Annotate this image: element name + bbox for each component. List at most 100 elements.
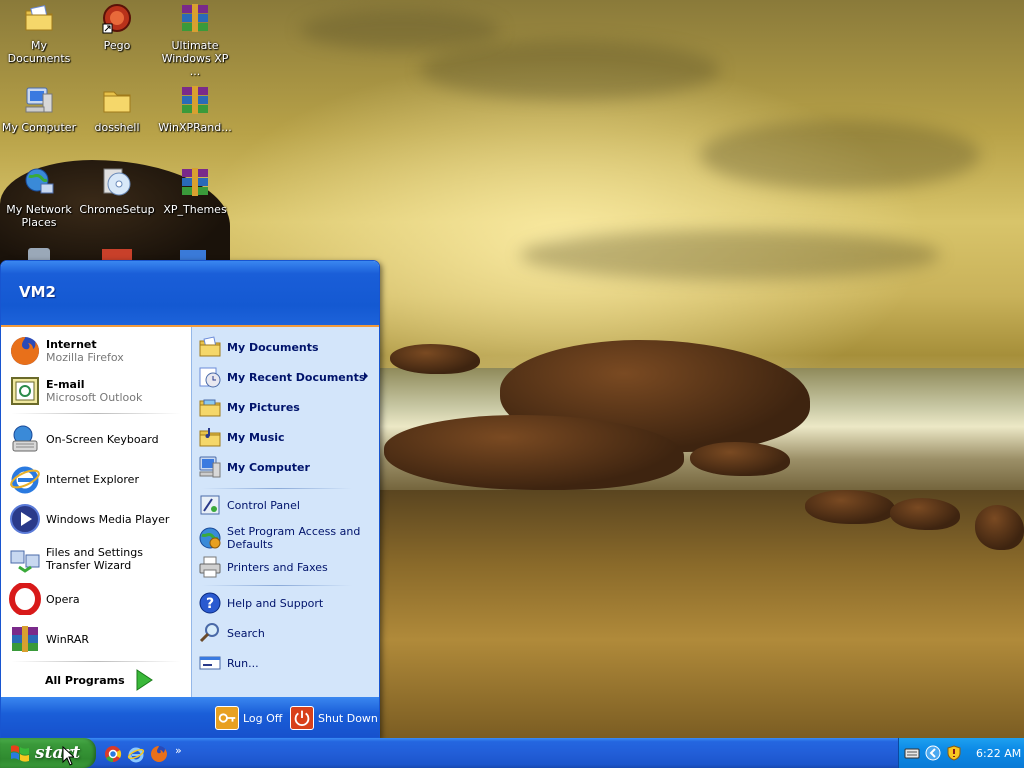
- help-and-support[interactable]: ? Help and Support: [198, 590, 376, 616]
- pinned-email[interactable]: E-mail Microsoft Outlook: [9, 373, 189, 409]
- opera-icon: [9, 583, 41, 615]
- pinned-item-subtitle: Microsoft Outlook: [46, 391, 143, 404]
- start-menu-footer: Log Off Shut Down: [1, 697, 379, 737]
- desktop-icon-network-partial[interactable]: [180, 250, 206, 260]
- search-item[interactable]: Search: [198, 620, 376, 646]
- start-button[interactable]: start: [0, 738, 96, 768]
- separator: [202, 585, 352, 586]
- keyboard-icon: [12, 425, 38, 452]
- place-my-documents[interactable]: My Documents: [198, 334, 376, 360]
- desktop-icon-recycle-bin-partial[interactable]: [28, 248, 50, 260]
- start-menu-header: VM2: [1, 261, 379, 327]
- security-shield-icon[interactable]: [946, 745, 962, 761]
- printer-icon: [199, 556, 221, 578]
- pinned-item-title: E-mail: [46, 378, 85, 391]
- program-opera[interactable]: Opera: [9, 581, 189, 617]
- internet-explorer-icon[interactable]: [127, 745, 145, 763]
- desktop-icon-label: WinXPRand...: [158, 121, 232, 134]
- transfer-wizard-icon: [10, 550, 40, 573]
- place-label: My Recent Documents: [227, 370, 366, 384]
- computer-icon: [199, 456, 221, 478]
- setting-label: Control Panel: [227, 498, 300, 512]
- desktop-icon-label: Pego: [103, 39, 131, 52]
- place-my-computer[interactable]: My Computer: [198, 454, 376, 480]
- keyboard-tray-icon[interactable]: [904, 745, 920, 761]
- desktop-icon-dosshell[interactable]: dosshell: [78, 84, 156, 134]
- run-item[interactable]: Run...: [198, 650, 376, 676]
- pego-app-icon: [102, 4, 131, 34]
- desktop-icon-my-network-places[interactable]: My Network Places: [0, 166, 78, 229]
- svg-text:?: ?: [206, 596, 214, 612]
- windows-logo-icon: [11, 745, 29, 762]
- firefox-icon[interactable]: [150, 745, 168, 763]
- desktop-icon-my-documents[interactable]: My Documents: [0, 2, 78, 65]
- pinned-item-title: Internet: [46, 338, 97, 351]
- quick-launch-chevron-icon[interactable]: »: [175, 744, 182, 757]
- desktop-icon-label: My Network Places: [6, 203, 72, 229]
- winrar-icon: [12, 626, 38, 652]
- desktop-icon-label: XP_Themes: [163, 203, 227, 216]
- program-files-settings-transfer-wizard[interactable]: Files and Settings Transfer Wizard: [9, 541, 189, 577]
- pinned-item-subtitle: Mozilla Firefox: [46, 351, 124, 364]
- desktop-icon-label: My Documents: [7, 39, 71, 65]
- desktop-icon-my-computer[interactable]: My Computer: [0, 84, 78, 134]
- setting-printers-faxes[interactable]: Printers and Faxes: [198, 554, 376, 580]
- program-label: Windows Media Player: [46, 512, 170, 526]
- outlook-icon: [11, 377, 39, 405]
- chrome-icon[interactable]: [104, 745, 122, 763]
- program-windows-media-player[interactable]: Windows Media Player: [9, 501, 189, 537]
- help-label: Help and Support: [227, 596, 324, 610]
- log-off-button[interactable]: Log Off: [215, 705, 282, 731]
- shut-down-button[interactable]: Shut Down: [290, 705, 378, 731]
- desktop-icon-winxprand[interactable]: WinXPRand...: [156, 84, 234, 134]
- all-programs-button[interactable]: All Programs: [45, 667, 165, 693]
- place-label: My Computer: [227, 460, 310, 474]
- desktop-icon-archive-partial[interactable]: [102, 249, 132, 260]
- network-places-icon: [25, 168, 54, 194]
- search-icon: [199, 623, 219, 643]
- desktop-icon-pego[interactable]: Pego: [78, 2, 156, 52]
- folder-icon: [103, 91, 131, 113]
- program-on-screen-keyboard[interactable]: On-Screen Keyboard: [9, 421, 189, 457]
- place-label: My Music: [227, 430, 285, 444]
- show-hidden-icons-icon[interactable]: [925, 745, 941, 761]
- start-menu-left-panel: Internet Mozilla Firefox E-mail Microsof…: [1, 327, 191, 697]
- control-panel-icon: [200, 495, 220, 515]
- place-my-music[interactable]: My Music: [198, 424, 376, 450]
- place-my-pictures[interactable]: My Pictures: [198, 394, 376, 420]
- power-icon: [290, 706, 314, 730]
- internet-explorer-icon: [10, 466, 40, 494]
- help-label: Run...: [227, 656, 259, 670]
- user-name: VM2: [19, 283, 56, 301]
- setting-program-access-defaults[interactable]: Set Program Access and Defaults: [198, 522, 376, 554]
- help-icon: ?: [199, 592, 221, 614]
- taskbar: start » 6:22 AM: [0, 738, 1024, 768]
- desktop-icon-label: My Computer: [1, 121, 77, 134]
- folder-documents-icon: [199, 336, 221, 357]
- place-label: My Documents: [227, 340, 319, 354]
- program-internet-explorer[interactable]: Internet Explorer: [9, 461, 189, 497]
- setting-label: Set Program Access and Defaults: [227, 525, 361, 551]
- program-label: WinRAR: [46, 632, 90, 646]
- program-winrar[interactable]: WinRAR: [9, 621, 189, 657]
- cd-setup-icon: [103, 168, 131, 196]
- winrar-archive-icon: [182, 86, 208, 114]
- desktop-icon-ultimate-windows-xp[interactable]: Ultimate Windows XP ...: [156, 2, 234, 78]
- program-label: Internet Explorer: [46, 472, 139, 486]
- log-off-label: Log Off: [243, 711, 283, 725]
- desktop-icon-xp-themes[interactable]: XP_Themes: [156, 166, 234, 216]
- pinned-internet[interactable]: Internet Mozilla Firefox: [9, 333, 189, 369]
- clock[interactable]: 6:22 AM: [976, 747, 1021, 760]
- start-menu-right-panel: My Documents My Recent Documents My Pict…: [191, 327, 379, 697]
- program-label: Opera: [46, 592, 80, 606]
- recent-documents-icon: [199, 367, 221, 388]
- setting-control-panel[interactable]: Control Panel: [198, 492, 376, 518]
- arrow-right-icon: [136, 669, 153, 691]
- place-my-recent-documents[interactable]: My Recent Documents: [198, 364, 376, 390]
- folder-music-icon: [199, 428, 221, 447]
- program-label: On-Screen Keyboard: [46, 432, 159, 446]
- shut-down-label: Shut Down: [318, 711, 378, 725]
- desktop-icon-chromesetup[interactable]: ChromeSetup: [78, 166, 156, 216]
- firefox-icon: [11, 337, 39, 365]
- program-label: Files and Settings Transfer Wizard: [46, 546, 143, 572]
